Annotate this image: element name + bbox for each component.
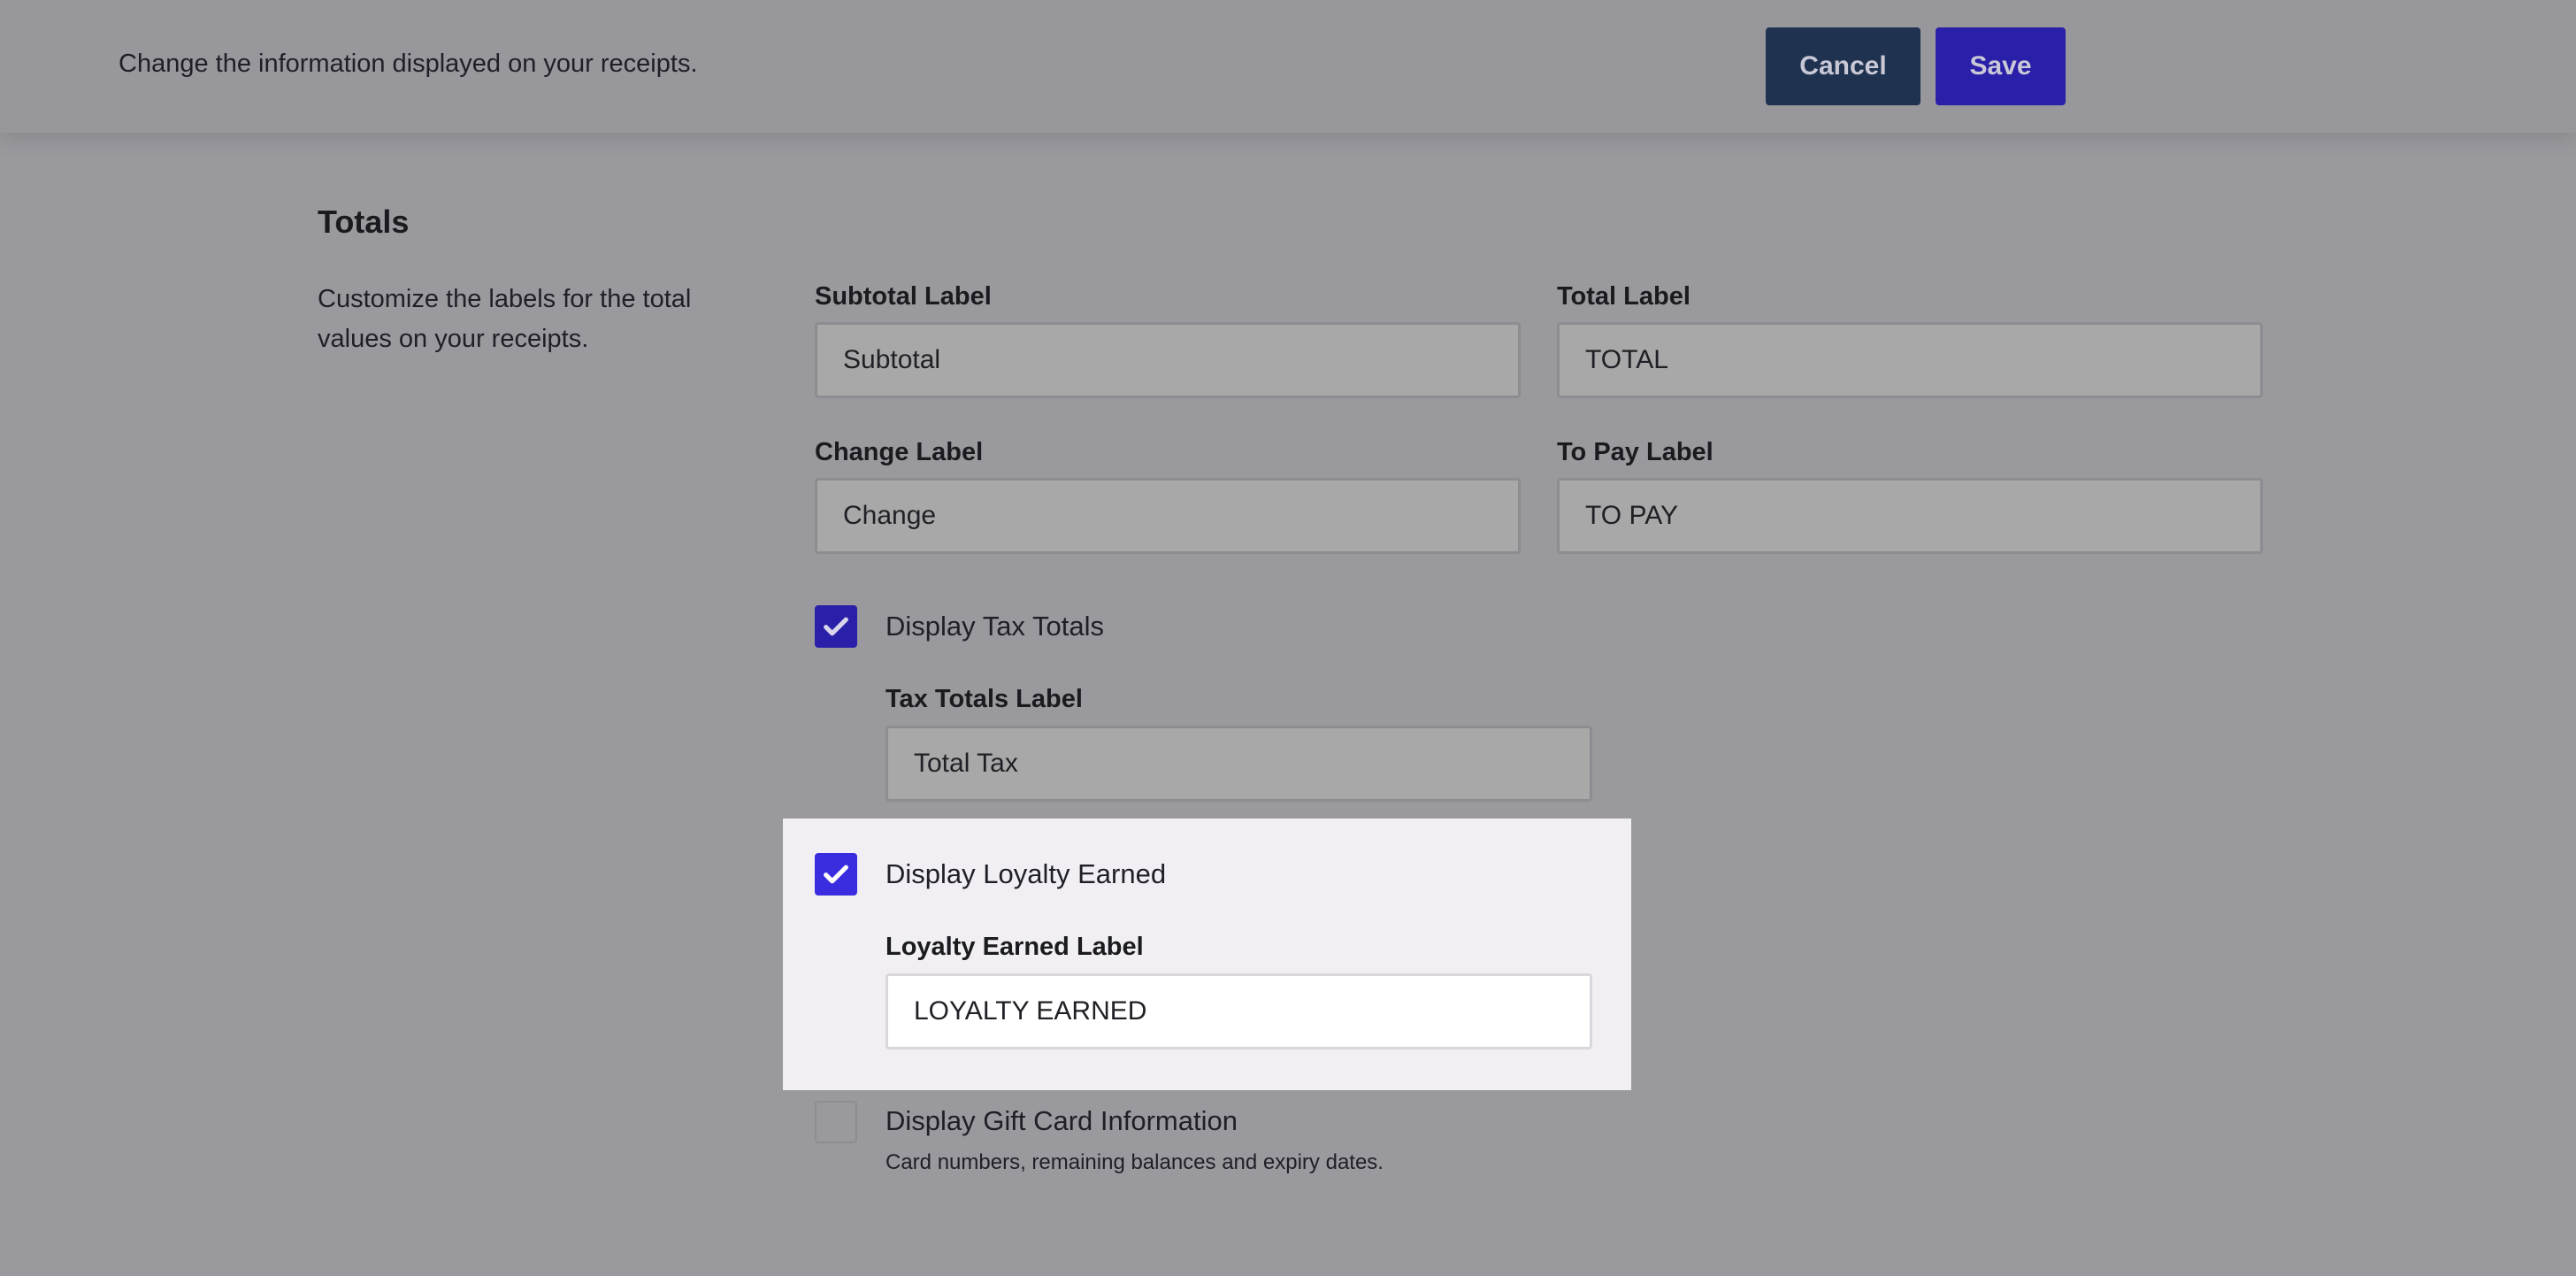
gift-card-hint: Card numbers, remaining balances and exp… — [886, 1150, 1384, 1174]
loyalty-earned-checkbox-label: Display Loyalty Earned — [886, 858, 1167, 889]
subtotal-input[interactable]: Subtotal — [815, 322, 1521, 398]
change-input[interactable]: Change — [815, 478, 1521, 554]
total-label: Total Label — [1557, 282, 1690, 311]
total-input[interactable]: TOTAL — [1557, 322, 2263, 398]
to-pay-input[interactable]: TO PAY — [1557, 478, 2263, 554]
top-bar: Change the information displayed on your… — [0, 0, 2576, 133]
tax-totals-label: Tax Totals Label — [886, 685, 1083, 713]
loyalty-earned-label: Loyalty Earned Label — [886, 933, 1144, 961]
tax-totals-checkbox-label: Display Tax Totals — [886, 611, 1104, 642]
save-button[interactable]: Save — [1936, 27, 2066, 105]
page-description: Change the information displayed on your… — [119, 50, 698, 78]
loyalty-earned-input[interactable]: LOYALTY EARNED — [886, 973, 1592, 1049]
section-title: Totals — [318, 204, 410, 240]
subtotal-label: Subtotal Label — [815, 282, 992, 311]
tax-totals-checkbox[interactable] — [815, 605, 857, 648]
gift-card-checkbox-label: Display Gift Card Information — [886, 1105, 1238, 1136]
checkmark-icon — [824, 865, 848, 884]
tax-totals-input[interactable]: Total Tax — [886, 726, 1592, 802]
section-description: Customize the labels for the total value… — [318, 285, 692, 353]
checkmark-icon — [824, 617, 848, 636]
to-pay-label: To Pay Label — [1557, 438, 1714, 466]
cancel-button[interactable]: Cancel — [1766, 27, 1920, 105]
gift-card-checkbox[interactable] — [815, 1101, 857, 1143]
change-label: Change Label — [815, 438, 984, 466]
loyalty-earned-checkbox[interactable] — [815, 853, 857, 896]
